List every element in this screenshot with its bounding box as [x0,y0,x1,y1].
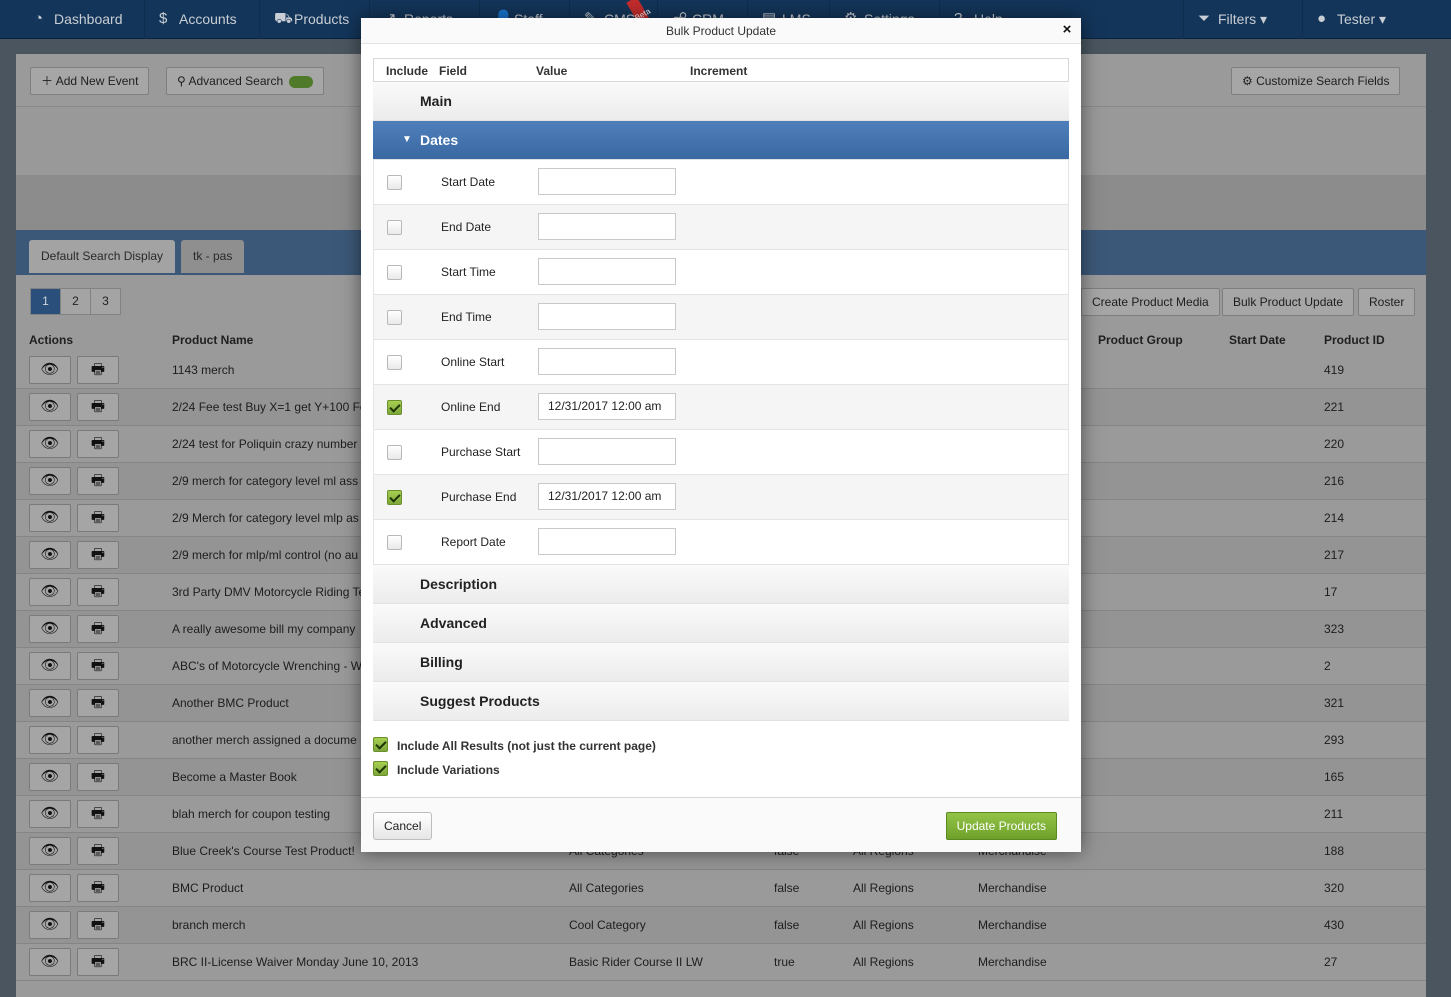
field-label: Purchase Start [441,445,521,459]
header-field: Field [439,64,468,78]
field-label: Start Time [441,265,496,279]
user-name: Tester [1337,11,1376,27]
include-checkbox[interactable] [387,175,402,190]
user-menu[interactable]: ● Tester ▾ [1303,0,1418,39]
include-checkbox[interactable] [387,355,402,370]
nav-dashboard[interactable]: ◔ Dashboard [20,0,145,39]
field-row: Report Date [373,520,1069,565]
section-main[interactable]: Main [373,82,1069,121]
section-description-label: Description [420,576,498,592]
dashboard-icon: ◔ [34,10,44,27]
field-label: Start Date [441,175,496,189]
nav-products[interactable]: ⛟ Products [260,0,370,39]
section-main-label: Main [420,93,452,109]
field-row: Purchase Start [373,430,1069,475]
bulk-product-update-dialog: Bulk Product Update × Include Field Valu… [361,18,1081,852]
section-advanced[interactable]: Advanced [373,604,1069,643]
cancel-button[interactable]: Cancel [373,812,433,840]
user-icon: ● [1317,10,1327,27]
field-label: Online Start [441,355,505,369]
field-value-input[interactable]: 12/31/2017 12:00 am [538,393,676,420]
field-row: Start Date [373,160,1069,205]
caret-down-icon: ▼ [402,134,412,145]
field-value-input[interactable]: 12/31/2017 12:00 am [538,483,676,510]
field-label: End Date [441,220,492,234]
section-billing[interactable]: Billing [373,643,1069,682]
section-suggest-products[interactable]: Suggest Products [373,682,1069,721]
include-all-results-label: Include All Results (not just the curren… [397,739,656,753]
field-label: Report Date [441,535,506,549]
field-row: End Time [373,295,1069,340]
field-value-input[interactable] [538,258,676,285]
dialog-footer: Cancel Update Products [361,797,1081,852]
include-checkbox[interactable] [387,310,402,325]
field-row: Online End 12/31/2017 12:00 am [373,385,1069,430]
nav-dashboard-label: Dashboard [54,11,123,27]
cart-icon: ⛟ [274,10,293,27]
section-dates-label: Dates [420,132,459,148]
chevron-down-icon: ▾ [1375,11,1387,27]
field-value-input[interactable] [538,168,676,195]
include-checkbox[interactable] [387,265,402,280]
chevron-down-icon: ▾ [1256,11,1268,27]
filter-icon: ⏷ [1198,10,1211,27]
dialog-title: Bulk Product Update [361,18,1081,44]
field-row: Purchase End 12/31/2017 12:00 am [373,475,1069,520]
header-include: Include [386,64,429,78]
field-label: End Time [441,310,492,324]
filters-label: Filters [1218,11,1257,27]
include-variations-label: Include Variations [397,763,500,777]
include-checkbox[interactable] [387,400,402,415]
dollar-icon: $ [159,10,168,27]
header-value: Value [536,64,568,78]
field-table-header: Include Field Value Increment [373,58,1069,82]
section-suggest-label: Suggest Products [420,693,540,709]
nav-accounts-label: Accounts [179,11,237,27]
nav-accounts[interactable]: $ Accounts [145,0,260,39]
header-increment: Increment [690,64,748,78]
include-checkbox[interactable] [387,220,402,235]
field-row: Online Start [373,340,1069,385]
close-icon[interactable]: × [1059,22,1075,38]
field-label: Purchase End [441,490,517,504]
include-variations-checkbox[interactable] [373,761,388,776]
include-checkbox[interactable] [387,490,402,505]
field-row: Start Time [373,250,1069,295]
field-value-input[interactable] [538,213,676,240]
section-dates[interactable]: ▼ Dates [373,121,1069,160]
include-checkbox[interactable] [387,445,402,460]
include-all-results-checkbox[interactable] [373,737,388,752]
nav-products-label: Products [294,11,350,27]
field-label: Online End [441,400,501,414]
field-value-input[interactable] [538,348,676,375]
update-products-button[interactable]: Update Products [945,812,1057,840]
field-value-input[interactable] [538,528,676,555]
section-advanced-label: Advanced [420,615,487,631]
field-row: End Date [373,205,1069,250]
field-value-input[interactable] [538,303,676,330]
section-billing-label: Billing [420,654,463,670]
filters-menu[interactable]: ⏷ Filters ▾ [1183,0,1303,39]
field-value-input[interactable] [538,438,676,465]
include-checkbox[interactable] [387,535,402,550]
section-description[interactable]: Description [373,565,1069,604]
